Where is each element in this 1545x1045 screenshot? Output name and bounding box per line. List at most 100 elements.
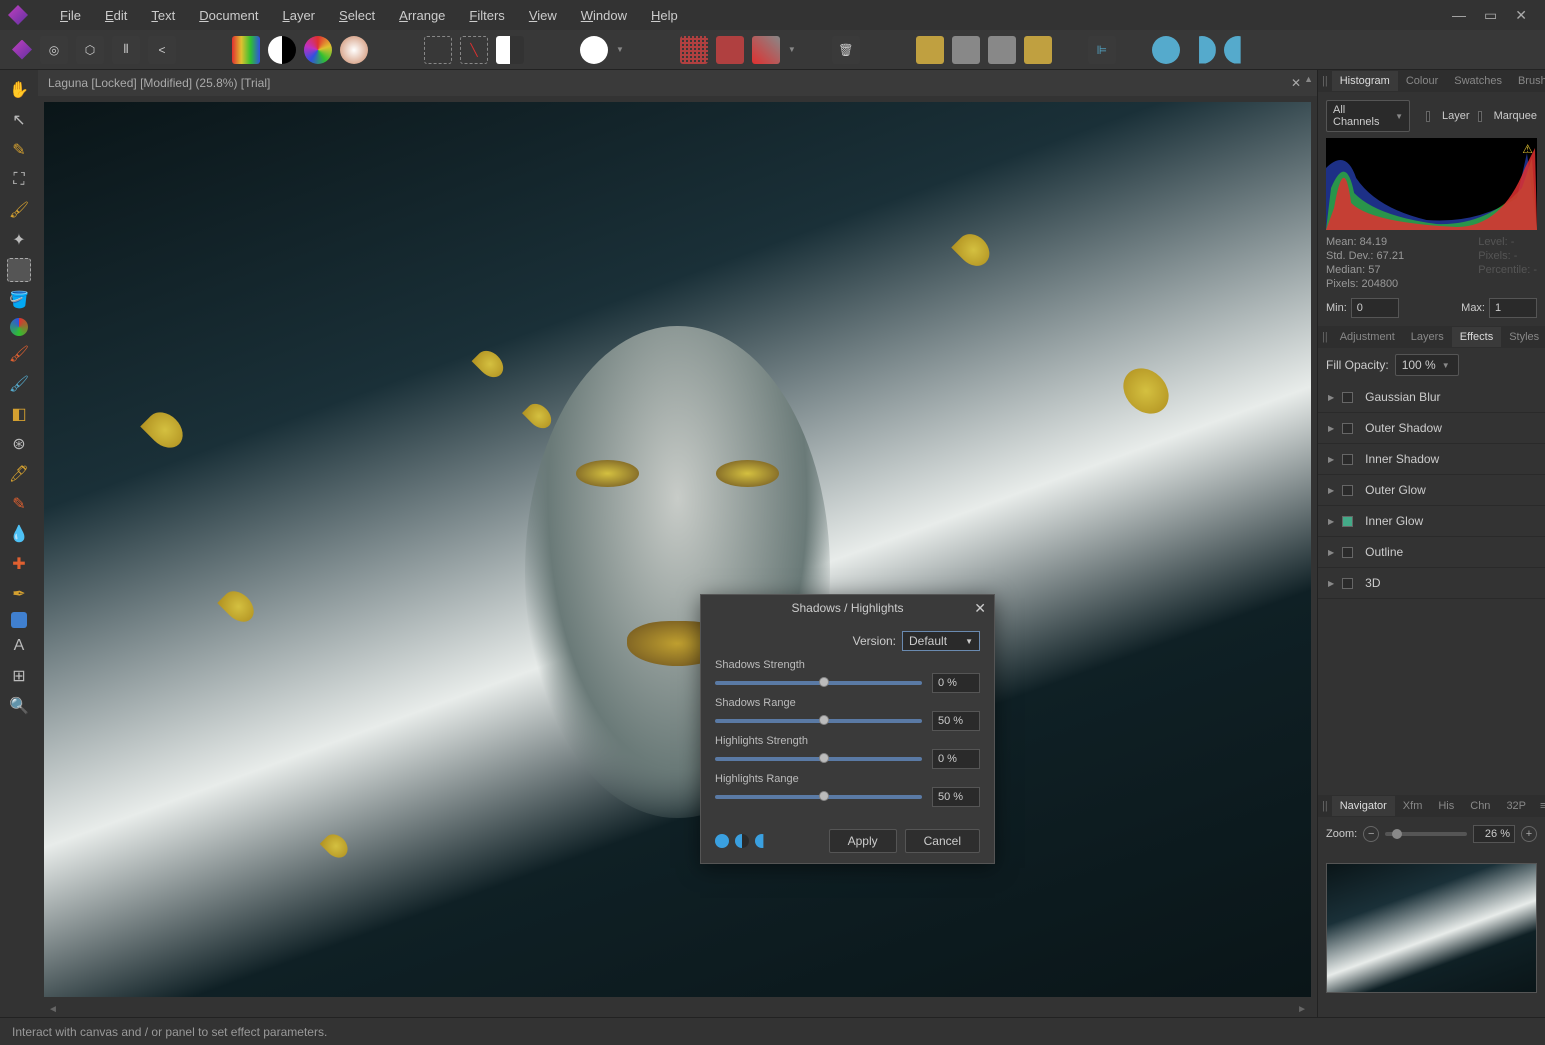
marquee-checkbox[interactable] (1478, 111, 1482, 122)
toolbar-arrange-back-icon[interactable] (1024, 36, 1052, 64)
dialog-close-icon[interactable]: ✕ (974, 600, 986, 617)
tab-adjustment[interactable]: Adjustment (1332, 327, 1403, 347)
persona-liquify-icon[interactable]: ◎ (40, 36, 68, 64)
max-input[interactable] (1489, 298, 1537, 318)
toolbar-boolean-add-icon[interactable] (1152, 36, 1180, 64)
effect-row-inner-shadow[interactable]: ▶Inner Shadow (1318, 444, 1545, 475)
tab-navigator[interactable]: Navigator (1332, 796, 1395, 816)
menu-layer[interactable]: Layer (270, 2, 327, 29)
canvas[interactable] (44, 102, 1311, 997)
tab-chn[interactable]: Chn (1462, 796, 1498, 816)
channel-dropdown[interactable]: All Channels▼ (1326, 100, 1410, 132)
tab-styles[interactable]: Styles (1501, 327, 1545, 347)
menu-file[interactable]: File (48, 2, 93, 29)
toolbar-contrast-icon[interactable] (268, 36, 296, 64)
effect-row-inner-glow[interactable]: ▶Inner Glow (1318, 506, 1545, 537)
slider-value-input[interactable] (932, 711, 980, 731)
inpaint-tool-icon[interactable]: ✎ (7, 492, 31, 516)
text-tool-icon[interactable]: A (7, 634, 31, 658)
dodge-tool-icon[interactable]: 🖊 (7, 462, 31, 486)
blur-tool-icon[interactable]: 💧 (7, 522, 31, 546)
slider-track[interactable] (715, 757, 922, 761)
menu-help[interactable]: Help (639, 2, 690, 29)
effect-row-outer-shadow[interactable]: ▶Outer Shadow (1318, 413, 1545, 444)
toolbar-quickmask-dropdown[interactable]: ▼ (616, 45, 624, 54)
preview-mode-full-icon[interactable] (715, 834, 729, 848)
persona-develop-icon[interactable]: ⬡ (76, 36, 104, 64)
healing-tool-icon[interactable]: ✚ (7, 552, 31, 576)
tab-colour[interactable]: Colour (1398, 71, 1446, 91)
effect-row-3d[interactable]: ▶3D (1318, 568, 1545, 599)
effect-checkbox[interactable] (1342, 392, 1353, 403)
zoom-out-button[interactable]: − (1363, 826, 1379, 842)
min-input[interactable] (1351, 298, 1399, 318)
hand-tool-icon[interactable]: ✋ (7, 78, 31, 102)
preview-mode-split-icon[interactable] (735, 834, 749, 848)
zoom-slider[interactable] (1385, 832, 1467, 836)
flood-fill-tool-icon[interactable]: 🪣 (7, 288, 31, 312)
persona-export-icon[interactable]: < (148, 36, 176, 64)
effect-checkbox[interactable] (1342, 516, 1353, 527)
effect-checkbox[interactable] (1342, 423, 1353, 434)
menu-select[interactable]: Select (327, 2, 387, 29)
effect-row-outline[interactable]: ▶Outline (1318, 537, 1545, 568)
pen-tool-icon[interactable]: ✒ (7, 582, 31, 606)
fill-opacity-dropdown[interactable]: 100 %▼ (1395, 354, 1459, 376)
crop-tool-icon[interactable]: ⛶ (7, 168, 31, 192)
effect-checkbox[interactable] (1342, 578, 1353, 589)
persona-photo-icon[interactable] (12, 40, 32, 60)
zoom-in-button[interactable]: + (1521, 826, 1537, 842)
navigator-thumbnail[interactable] (1326, 863, 1537, 993)
effect-row-outer-glow[interactable]: ▶Outer Glow (1318, 475, 1545, 506)
toolbar-quickmask-icon[interactable] (580, 36, 608, 64)
menu-arrange[interactable]: Arrange (387, 2, 457, 29)
effect-checkbox[interactable] (1342, 547, 1353, 558)
layer-checkbox[interactable] (1426, 111, 1430, 122)
toolbar-invert-select-icon[interactable] (496, 36, 524, 64)
mesh-warp-tool-icon[interactable]: ⊞ (7, 664, 31, 688)
toolbar-deselect-icon[interactable]: ╲ (460, 36, 488, 64)
tab-effects[interactable]: Effects (1452, 327, 1501, 347)
rectangle-tool-icon[interactable] (11, 612, 27, 628)
toolbar-assistant-icon[interactable]: 🗑 (832, 36, 860, 64)
apply-button[interactable]: Apply (829, 829, 897, 853)
move-tool-icon[interactable]: ↖ (7, 108, 31, 132)
toolbar-hue-icon[interactable] (304, 36, 332, 64)
toolbar-arrange-forward-icon[interactable] (952, 36, 980, 64)
tab-layers[interactable]: Layers (1403, 327, 1452, 347)
toolbar-snap-icon[interactable] (716, 36, 744, 64)
cancel-button[interactable]: Cancel (905, 829, 980, 853)
tab-brushes[interactable]: Brushes (1510, 71, 1545, 91)
menu-text[interactable]: Text (139, 2, 187, 29)
clone-tool-icon[interactable]: ⊛ (7, 432, 31, 456)
horizontal-scrollbar[interactable] (44, 1003, 1311, 1017)
marquee-tool-icon[interactable] (7, 258, 31, 282)
tab-swatches[interactable]: Swatches (1446, 71, 1510, 91)
maximize-button[interactable]: ▭ (1484, 7, 1497, 24)
menu-window[interactable]: Window (569, 2, 639, 29)
menu-edit[interactable]: Edit (93, 2, 139, 29)
menu-document[interactable]: Document (187, 2, 270, 29)
toolbar-align-icon[interactable]: ⊫ (1088, 36, 1116, 64)
gradient-tool-icon[interactable] (10, 318, 28, 336)
toolbar-snap-dropdown[interactable]: ▼ (788, 45, 796, 54)
toolbar-boolean-sub-icon[interactable] (1188, 36, 1216, 64)
effect-checkbox[interactable] (1342, 454, 1353, 465)
toolbar-gradient-icon[interactable] (232, 36, 260, 64)
tab-his[interactable]: His (1430, 796, 1462, 816)
slider-value-input[interactable] (932, 787, 980, 807)
selection-brush-tool-icon[interactable]: 🖌 (7, 198, 31, 222)
toolbar-arrange-backward-icon[interactable] (988, 36, 1016, 64)
toolbar-snap-options-icon[interactable] (752, 36, 780, 64)
paint-brush-tool-icon[interactable]: 🖌 (7, 342, 31, 366)
toolbar-soft-icon[interactable] (340, 36, 368, 64)
erase-tool-icon[interactable]: ◧ (7, 402, 31, 426)
toolbar-arrange-front-icon[interactable] (916, 36, 944, 64)
close-window-button[interactable]: ✕ (1515, 7, 1527, 24)
tab-xfm[interactable]: Xfm (1395, 796, 1431, 816)
navigator-menu-icon[interactable]: ≡ (1534, 800, 1545, 812)
dialog-titlebar[interactable]: Shadows / Highlights ✕ (701, 595, 994, 621)
persona-tone-icon[interactable]: ⫴ (112, 36, 140, 64)
version-dropdown[interactable]: Default▼ (902, 631, 980, 651)
toolbar-select-all-icon[interactable] (424, 36, 452, 64)
